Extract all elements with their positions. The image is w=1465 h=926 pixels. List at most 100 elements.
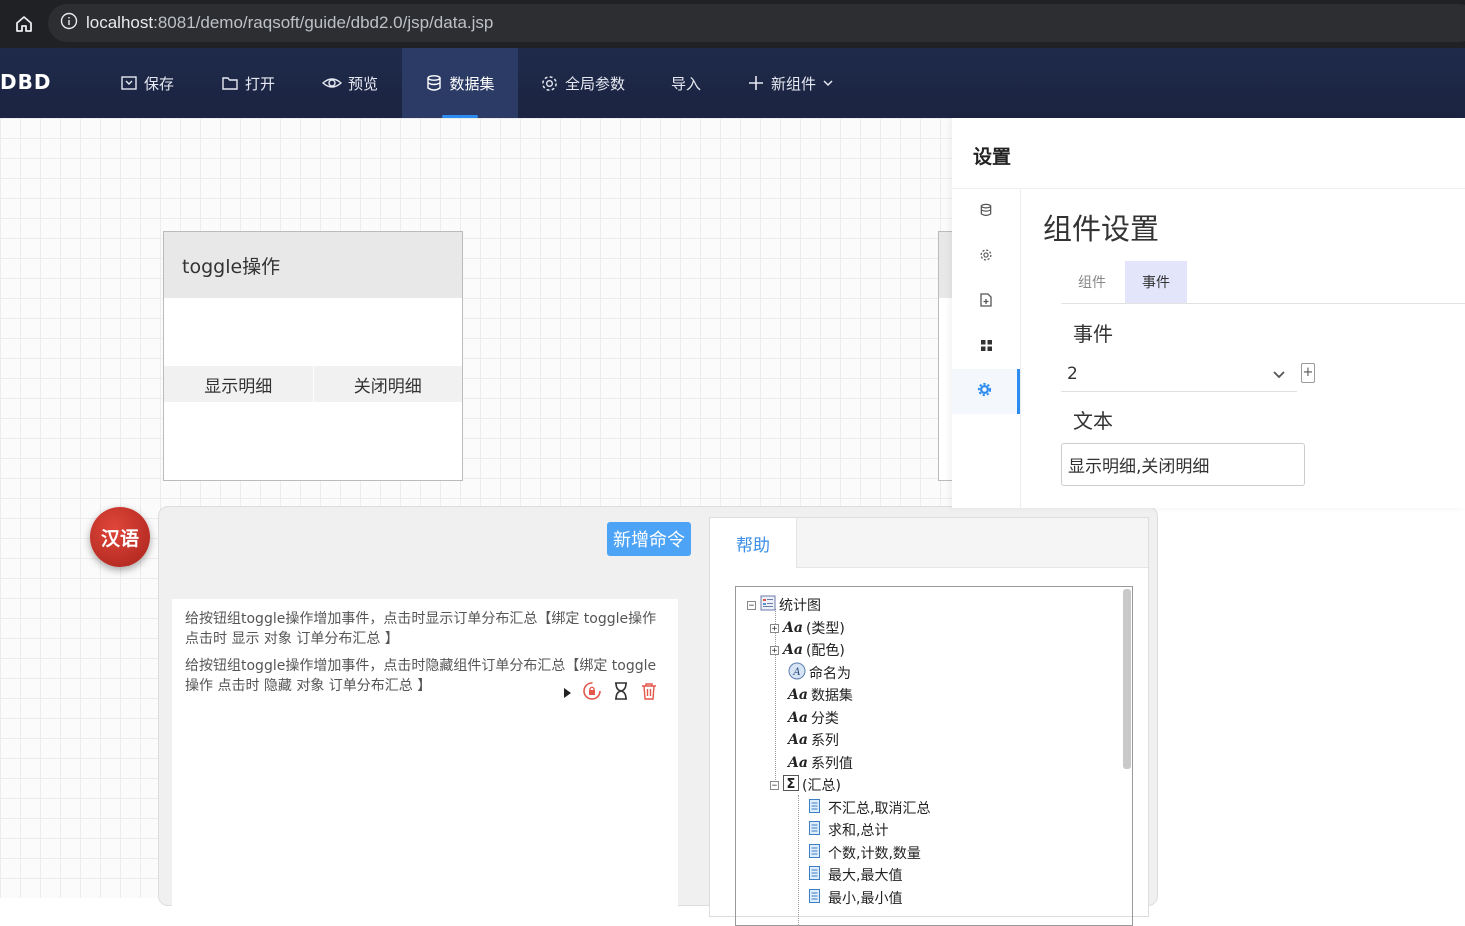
chevron-down-icon [1271, 366, 1287, 387]
doc-icon [809, 866, 820, 884]
tree-item-series-value[interactable]: Aa 系列值 [788, 753, 853, 773]
tree-item-type[interactable]: + Aa (类型) [770, 618, 845, 638]
add-command-button[interactable]: 新增命令 [607, 522, 691, 556]
gear-icon [540, 74, 559, 93]
tree-label: 个数,计数,数量 [828, 846, 921, 862]
close-detail-button[interactable]: 关闭明细 [312, 366, 463, 402]
app-nav: DBD 保存 打开 预览 数据集 全局参数 导入 新组件 [0, 48, 1465, 118]
sigma-icon: Σ [783, 775, 799, 795]
show-detail-button[interactable]: 显示明细 [164, 366, 313, 402]
sidebar-item-component-settings[interactable] [952, 369, 1020, 414]
language-badge[interactable]: 汉语 [90, 507, 150, 567]
nav-save[interactable]: 保存 [120, 48, 174, 118]
command-actions [562, 681, 658, 705]
tree-item-chart[interactable]: − 统计图 [747, 595, 821, 615]
browser-toolbar: localhost:8081/demo/raqsoft/guide/dbd2.0… [0, 0, 1465, 48]
event-label: 事件 [1073, 322, 1113, 346]
sidebar-item-data[interactable] [952, 189, 1020, 234]
doc-icon [809, 821, 820, 839]
tree-item-series[interactable]: Aa 系列 [788, 730, 839, 750]
nav-global-params[interactable]: 全局参数 [540, 48, 625, 118]
tree-item-sum[interactable]: 求和,总计 [809, 820, 888, 840]
command-list: 给按钮组toggle操作增加事件，点击时显示订单分布汇总【绑定 toggle操作… [172, 599, 678, 919]
tree-item-summary[interactable]: − Σ (汇总) [770, 775, 841, 795]
tree-label: 最大,最大值 [828, 868, 903, 884]
nav-save-label: 保存 [144, 74, 175, 93]
tree-scrollbar[interactable] [1123, 589, 1131, 769]
add-event-button[interactable]: + [1301, 363, 1315, 383]
file-plus-icon [979, 292, 993, 311]
text-field[interactable]: 显示明细,关闭明细 [1061, 443, 1305, 486]
tree-label: 系列值 [810, 756, 853, 772]
sidebar-item-page[interactable] [952, 279, 1020, 324]
tab-event[interactable]: 事件 [1125, 261, 1187, 303]
tree-label: 系列 [810, 733, 839, 749]
chart-icon [760, 595, 776, 615]
expand-icon[interactable]: + [770, 645, 779, 655]
tree-label: 求和,总计 [828, 823, 889, 839]
tree-label: 最小,最小值 [828, 891, 903, 907]
sidebar-item-global-settings[interactable] [952, 234, 1020, 279]
toggle-widget[interactable]: toggle操作 显示明细 关闭明细 [163, 231, 463, 481]
tab-help[interactable]: 帮助 [710, 518, 797, 568]
lock-rotate-icon[interactable] [582, 681, 602, 705]
url-path: :8081/demo/raqsoft/guide/dbd2.0/jsp/data… [153, 13, 494, 32]
nav-dataset[interactable]: 数据集 [402, 48, 518, 118]
tree-item-min[interactable]: 最小,最小值 [809, 888, 902, 908]
settings-title: 设置 [973, 146, 1012, 168]
svg-text:A: A [792, 667, 800, 678]
info-icon[interactable] [60, 12, 78, 34]
play-icon[interactable] [562, 684, 572, 703]
grid-icon [980, 337, 993, 356]
doc-icon [809, 889, 820, 907]
tree-item-category[interactable]: Aa 分类 [788, 708, 839, 728]
toggle-button-group: 显示明细 关闭明细 [164, 366, 462, 402]
nav-import[interactable]: 导入 [671, 48, 701, 118]
nav-preview[interactable]: 预览 [322, 48, 378, 118]
nav-global-params-label: 全局参数 [565, 74, 626, 93]
collapse-icon[interactable]: − [770, 780, 779, 790]
aa-icon: Aa [783, 620, 803, 636]
settings-sidebar [952, 189, 1021, 508]
chevron-down-icon [822, 77, 834, 89]
expand-icon[interactable]: + [770, 623, 779, 633]
address-bar[interactable]: localhost:8081/demo/raqsoft/guide/dbd2.0… [48, 4, 1465, 42]
folder-open-icon [221, 74, 239, 92]
tab-component[interactable]: 组件 [1061, 261, 1123, 303]
nav-open[interactable]: 打开 [221, 48, 275, 118]
plus-icon [747, 74, 765, 92]
aa-icon: Aa [788, 710, 808, 726]
home-icon[interactable] [0, 0, 48, 48]
tree-label: (配色) [805, 643, 845, 659]
nav-dataset-label: 数据集 [449, 74, 495, 93]
command-item-1[interactable]: 给按钮组toggle操作增加事件，点击时显示订单分布汇总【绑定 toggle操作… [185, 609, 667, 649]
tree-label: 统计图 [779, 598, 821, 614]
sidebar-item-components[interactable] [952, 324, 1020, 369]
event-select[interactable]: 2 [1061, 356, 1297, 392]
tree-label: 命名为 [809, 666, 851, 682]
tree-label: (汇总) [802, 778, 841, 794]
help-tabs: 帮助 [710, 518, 1148, 568]
nav-preview-label: 预览 [348, 74, 379, 93]
tree-item-count[interactable]: 个数,计数,数量 [809, 843, 921, 863]
help-tree[interactable]: − 统计图 + Aa (类型) + Aa (配色) A 命名为 Aa 数据集 A… [735, 586, 1133, 926]
help-pane: 帮助 − 统计图 + Aa (类型) + Aa (配色) A 命名为 Aa 数据… [709, 517, 1149, 926]
tree-item-max[interactable]: 最大,最大值 [809, 865, 902, 885]
tree-label: (类型) [805, 621, 845, 637]
nav-new-component[interactable]: 新组件 [747, 48, 834, 118]
hourglass-icon[interactable] [612, 681, 630, 705]
tree-item-color[interactable]: + Aa (配色) [770, 640, 845, 660]
tree-item-rename[interactable]: A 命名为 [788, 662, 851, 683]
nav-import-label: 导入 [671, 74, 702, 93]
collapse-icon[interactable]: − [747, 600, 756, 610]
tree-label: 分类 [810, 711, 839, 727]
gear-icon [977, 382, 992, 401]
tree-item-no-summary[interactable]: 不汇总,取消汇总 [809, 798, 930, 818]
trash-icon[interactable] [640, 681, 658, 705]
aa-icon: Aa [788, 687, 808, 703]
tree-item-dataset[interactable]: Aa 数据集 [788, 685, 853, 705]
component-settings-title: 组件设置 [1043, 212, 1160, 246]
text-label: 文本 [1073, 409, 1113, 433]
settings-panel: 设置 组件设置 组件 事件 事件 2 + 文本 显示明细,关闭明细 [952, 118, 1465, 508]
svg-text:Σ: Σ [787, 777, 796, 791]
